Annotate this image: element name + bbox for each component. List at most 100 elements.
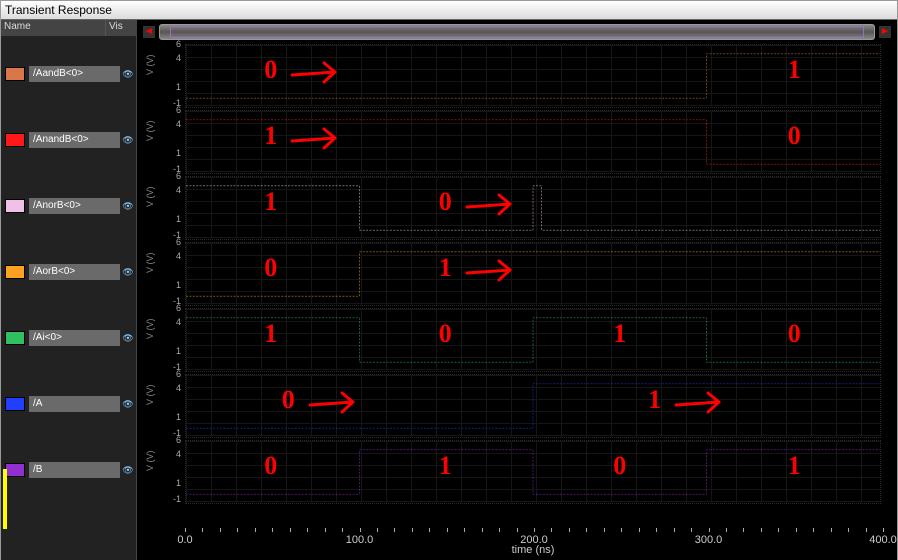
x-minor-tick — [482, 528, 483, 532]
x-minor-tick — [185, 528, 186, 532]
signal-name[interactable]: /A — [29, 396, 120, 412]
y-tick: 6 — [161, 171, 181, 181]
signal-row[interactable]: /B👁 — [1, 460, 136, 480]
visibility-toggle-icon[interactable]: 👁 — [120, 399, 136, 410]
col-vis[interactable]: Vis — [106, 20, 136, 36]
y-tick: 6 — [161, 435, 181, 445]
x-minor-tick — [447, 528, 448, 532]
x-minor-tick — [883, 528, 884, 532]
visibility-toggle-icon[interactable]: 👁 — [120, 201, 136, 212]
signal-row[interactable]: /AandB<0>👁 — [1, 64, 136, 84]
waveform-strip[interactable] — [185, 110, 881, 174]
x-tick: 100.0 — [346, 534, 374, 546]
x-minor-tick — [569, 528, 570, 532]
x-minor-tick — [709, 528, 710, 532]
signal-name[interactable]: /B — [29, 462, 120, 478]
color-swatch — [5, 463, 25, 477]
signal-name[interactable]: /AandB<0> — [29, 66, 120, 82]
y-tick: 4 — [161, 185, 181, 195]
y-axis: V (V)641-1 — [145, 308, 183, 370]
x-minor-tick — [202, 528, 203, 532]
x-minor-tick — [517, 528, 518, 532]
x-minor-tick — [866, 528, 867, 532]
y-tick: 6 — [161, 303, 181, 313]
x-minor-tick — [377, 528, 378, 532]
visibility-toggle-icon[interactable]: 👁 — [120, 69, 136, 80]
visibility-toggle-icon[interactable]: 👁 — [120, 333, 136, 344]
x-minor-tick — [551, 528, 552, 532]
signal-name[interactable]: /AnandB<0> — [29, 132, 120, 148]
waveform — [186, 441, 880, 503]
y-axis-label: V (V) — [145, 450, 155, 471]
waveform — [186, 375, 880, 437]
x-minor-tick — [499, 528, 500, 532]
signal-row[interactable]: /A👁 — [1, 394, 136, 414]
waveform-strip[interactable] — [185, 176, 881, 240]
y-tick: 1 — [161, 280, 181, 290]
y-tick: 1 — [161, 82, 181, 92]
y-tick: 4 — [161, 449, 181, 459]
signal-row[interactable]: /AnandB<0>👁 — [1, 130, 136, 150]
signal-row[interactable]: /Ai<0>👁 — [1, 328, 136, 348]
waveform-strip[interactable] — [185, 374, 881, 438]
x-minor-tick — [237, 528, 238, 532]
x-tick: 200.0 — [520, 534, 548, 546]
x-minor-tick — [604, 528, 605, 532]
y-axis: V (V)641-1 — [145, 44, 183, 106]
waveform-strips[interactable]: V (V)641-1V (V)641-1V (V)641-1V (V)641-1… — [137, 44, 897, 532]
signal-list-header: Name Vis — [1, 20, 136, 36]
x-tick: 300.0 — [695, 534, 723, 546]
x-minor-tick — [394, 528, 395, 532]
y-tick: 6 — [161, 369, 181, 379]
x-tick: 0.0 — [177, 534, 192, 546]
signal-row[interactable]: /AnorB<0>👁 — [1, 196, 136, 216]
signal-name[interactable]: /AorB<0> — [29, 264, 120, 280]
x-minor-tick — [220, 528, 221, 532]
waveform-strip[interactable] — [185, 44, 881, 108]
y-tick: 4 — [161, 317, 181, 327]
y-tick: 4 — [161, 251, 181, 261]
horizontal-scrollbar[interactable]: ◄ ► — [137, 20, 897, 44]
signal-row[interactable]: /AorB<0>👁 — [1, 262, 136, 282]
x-minor-tick — [831, 528, 832, 532]
x-minor-tick — [412, 528, 413, 532]
y-axis-label: V (V) — [145, 318, 155, 339]
y-axis: V (V)641-1 — [145, 176, 183, 238]
x-minor-tick — [255, 528, 256, 532]
visibility-toggle-icon[interactable]: 👁 — [120, 465, 136, 476]
x-minor-tick — [796, 528, 797, 532]
signal-name[interactable]: /AnorB<0> — [29, 198, 120, 214]
y-tick: 4 — [161, 119, 181, 129]
x-minor-tick — [272, 528, 273, 532]
visibility-toggle-icon[interactable]: 👁 — [120, 135, 136, 146]
col-name[interactable]: Name — [1, 20, 106, 36]
y-tick: 6 — [161, 39, 181, 49]
signal-name[interactable]: /Ai<0> — [29, 330, 120, 346]
color-swatch — [5, 133, 25, 147]
x-minor-tick — [639, 528, 640, 532]
waveform-strip[interactable] — [185, 308, 881, 372]
waveform-strip[interactable] — [185, 440, 881, 504]
x-minor-tick — [726, 528, 727, 532]
y-tick: 6 — [161, 105, 181, 115]
scroll-left-icon[interactable]: ◄ — [143, 26, 155, 38]
y-axis-label: V (V) — [145, 384, 155, 405]
waveform-strip[interactable] — [185, 242, 881, 306]
waveform — [186, 309, 880, 371]
scrollbar-track[interactable] — [159, 24, 875, 40]
x-minor-tick — [656, 528, 657, 532]
visibility-toggle-icon[interactable]: 👁 — [120, 267, 136, 278]
scrollbar-thumb[interactable] — [170, 26, 864, 38]
y-axis-label: V (V) — [145, 54, 155, 75]
x-axis: time (ns) 0.0100.0200.0300.0400.0 — [185, 534, 881, 556]
scroll-right-icon[interactable]: ► — [879, 26, 891, 38]
window-title: Transient Response — [1, 1, 897, 20]
x-minor-tick — [813, 528, 814, 532]
y-tick: 1 — [161, 478, 181, 488]
signal-list-panel: Name Vis /AandB<0>👁/AnandB<0>👁/AnorB<0>👁… — [1, 20, 137, 560]
color-swatch — [5, 265, 25, 279]
y-tick: 6 — [161, 237, 181, 247]
y-tick: -1 — [161, 494, 181, 504]
y-tick: 1 — [161, 214, 181, 224]
x-minor-tick — [464, 528, 465, 532]
